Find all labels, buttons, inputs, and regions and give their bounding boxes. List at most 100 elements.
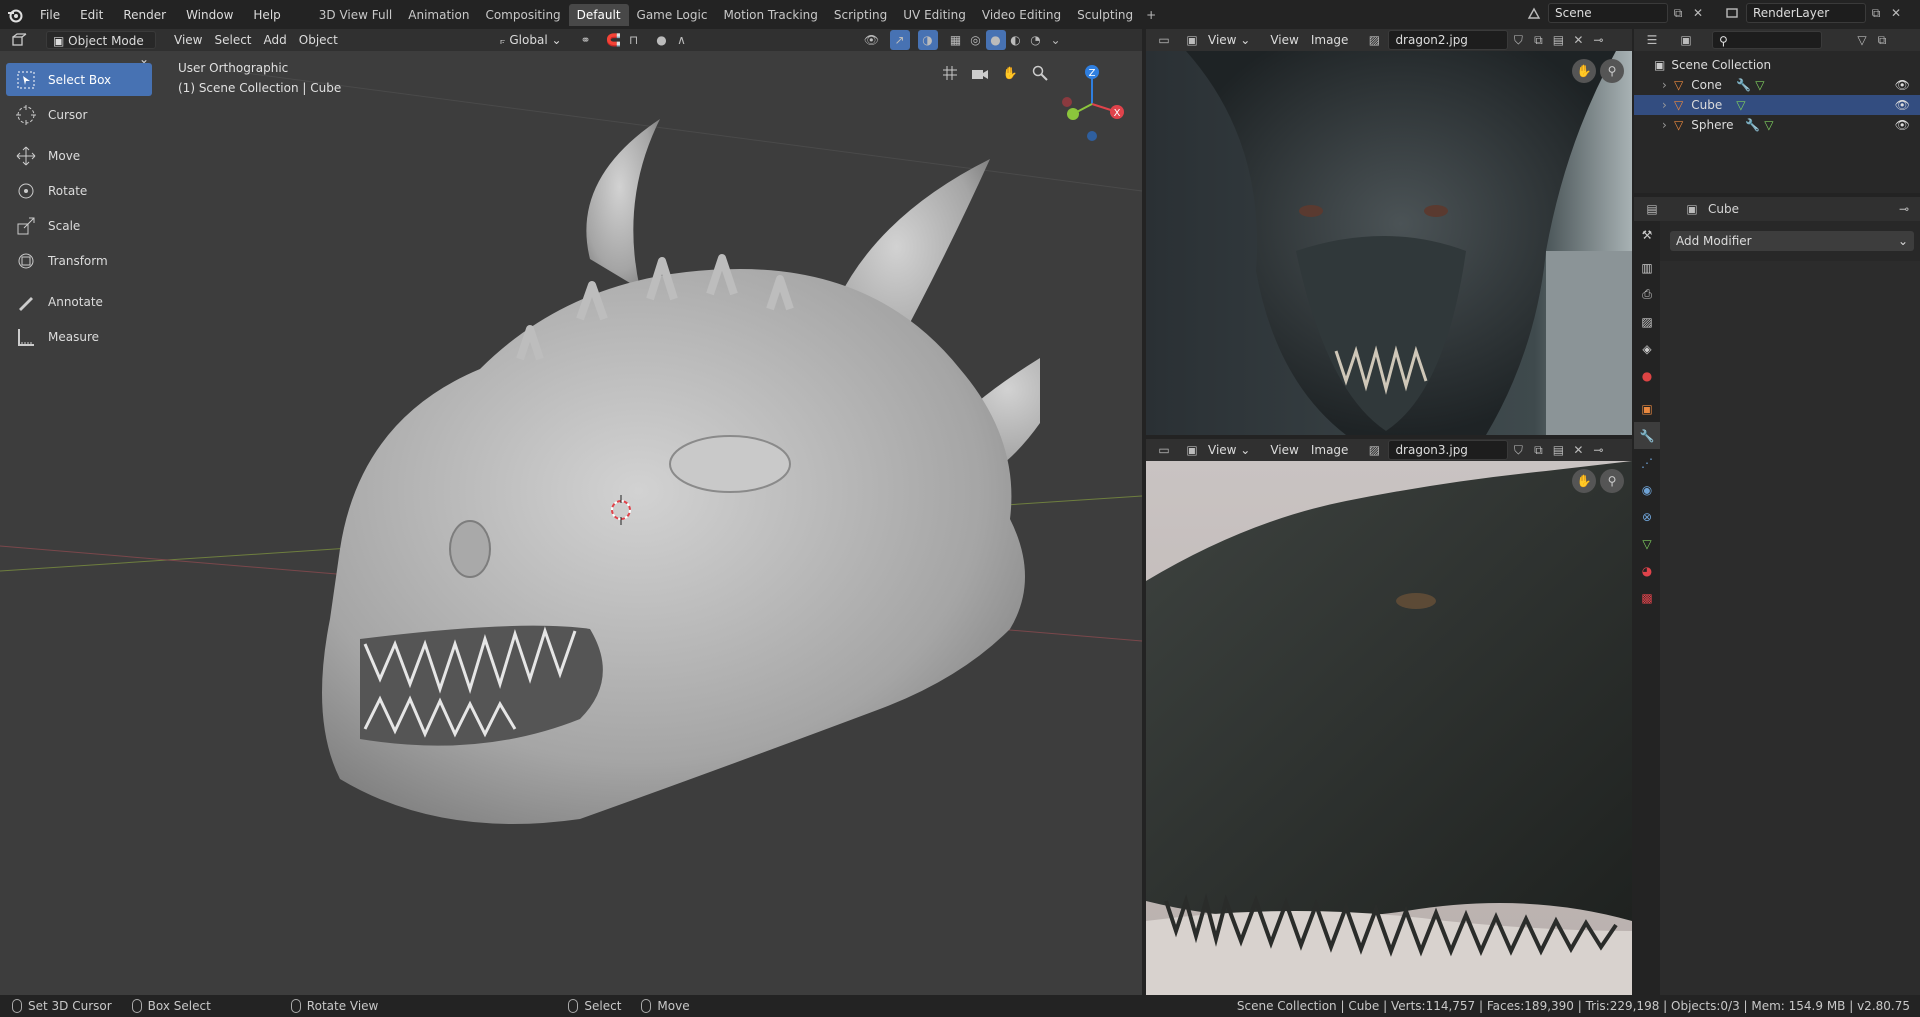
view-mode-icon[interactable]: ▣ [1182,440,1202,460]
eye-icon[interactable]: 👁 [1895,118,1910,132]
view-dropdown[interactable]: View ⌄ [1202,31,1256,49]
open-image-icon[interactable]: ▤ [1548,30,1568,50]
menu-add[interactable]: Add [258,31,293,49]
add-modifier-dropdown[interactable]: Add Modifier ⌄ [1670,231,1914,251]
proportional-icon[interactable]: ● [652,30,672,50]
tab-compositing[interactable]: Compositing [477,4,568,26]
view-dropdown[interactable]: View ⌄ [1202,441,1256,459]
editor-type-icon[interactable]: ▭ [1154,440,1174,460]
dragon-sculpt-model[interactable] [320,119,1040,839]
tab-data[interactable]: ▽ [1634,530,1660,557]
scene-field[interactable]: Scene [1548,3,1668,23]
tab-scene[interactable]: ◈ [1634,335,1660,362]
image-name-field[interactable]: dragon2.jpg [1388,30,1509,50]
menu-image[interactable]: Image [1305,31,1355,49]
tab-3d-view-full[interactable]: 3D View Full [311,4,401,26]
tab-game-logic[interactable]: Game Logic [629,4,716,26]
gizmo-toggle-icon[interactable]: ↗ [889,30,910,50]
tool-transform[interactable]: Transform [6,244,152,277]
menu-image[interactable]: Image [1305,441,1355,459]
shading-options-icon[interactable]: ⌄ [1046,30,1066,50]
menu-view[interactable]: View [1264,441,1304,459]
expand-arrow-icon[interactable]: › [1662,98,1674,112]
menu-render[interactable]: Render [113,4,176,26]
eye-icon[interactable]: 👁 [1895,98,1910,112]
open-image-icon[interactable]: ▤ [1548,440,1568,460]
tab-animation[interactable]: Animation [400,4,477,26]
new-image-icon[interactable]: ⧉ [1528,440,1548,460]
close-scene-icon[interactable]: ✕ [1688,3,1708,23]
menu-view[interactable]: View [168,31,208,49]
new-scene-icon[interactable]: ⧉ [1668,3,1688,23]
shading-wireframe-icon[interactable]: ◎ [966,30,986,50]
menu-help[interactable]: Help [243,4,290,26]
pan-hand-icon[interactable]: ✋ [1572,469,1596,493]
editor-type-icon[interactable]: ▭ [1154,30,1174,50]
menu-edit[interactable]: Edit [70,4,113,26]
tab-sculpting[interactable]: Sculpting [1069,4,1141,26]
falloff-icon[interactable]: ∧ [672,30,692,50]
fake-user-icon[interactable]: ⛉ [1508,440,1528,460]
grid-view-icon[interactable] [938,61,962,85]
eye-icon[interactable]: 👁 [1895,78,1910,92]
image-editor-2[interactable]: ▭ ▣ View ⌄ View Image ▨ dragon3.jpg ⛉ ⧉ … [1146,439,1632,995]
shading-solid-icon[interactable]: ● [985,30,1006,50]
render-layer-icon[interactable] [1722,3,1742,23]
tool-select-box[interactable]: Select Box [6,63,152,96]
tab-output[interactable]: ⎙ [1634,281,1660,308]
tool-annotate[interactable]: Annotate [6,285,152,318]
menu-file[interactable]: File [30,4,70,26]
overlay-toggle-icon[interactable]: ◑ [917,30,938,50]
outliner-search-input[interactable]: ⚲ [1712,31,1822,49]
menu-window[interactable]: Window [176,4,243,26]
tool-rotate[interactable]: Rotate [6,174,152,207]
3d-viewport[interactable]: ▣ Object Mode ⌄ View Select Add Object ⟔… [0,29,1142,995]
tab-object[interactable]: ▣ [1634,395,1660,422]
close-icon[interactable]: ✕ [1568,440,1588,460]
new-layer-icon[interactable]: ⧉ [1866,3,1886,23]
close-icon[interactable]: ✕ [1568,30,1588,50]
outliner-scene-collection[interactable]: ▣ Scene Collection [1654,55,1920,75]
camera-view-icon[interactable] [968,61,992,85]
snap-target-icon[interactable]: ⊓ [624,30,644,50]
new-collection-icon[interactable]: ⧉ [1872,30,1892,50]
tab-view-layer[interactable]: ▨ [1634,308,1660,335]
tab-scripting[interactable]: Scripting [826,4,895,26]
zoom-icon[interactable] [1028,61,1052,85]
mode-dropdown[interactable]: ▣ Object Mode ⌄ [46,31,156,66]
zoom-icon[interactable]: ⚲ [1600,59,1624,83]
pin-icon[interactable]: ⊸ [1588,30,1608,50]
shading-material-icon[interactable]: ◐ [1006,30,1026,50]
menu-view[interactable]: View [1264,31,1304,49]
snap-icon[interactable]: 🧲 [604,30,624,50]
editor-type-icon[interactable] [10,30,30,50]
view-mode-icon[interactable]: ▣ [1182,30,1202,50]
tool-scale[interactable]: Scale [6,209,152,242]
scene-icon[interactable] [1524,3,1544,23]
tab-texture[interactable]: ▩ [1634,584,1660,611]
outliner-item-sphere[interactable]: › ▽ Sphere 🔧 ▽ 👁 [1654,115,1920,135]
tab-default[interactable]: Default [568,3,629,26]
new-image-icon[interactable]: ⧉ [1528,30,1548,50]
pivot-icon[interactable]: ⚭ [576,30,596,50]
tab-particles[interactable]: ⋰ [1634,449,1660,476]
close-layer-icon[interactable]: ✕ [1886,3,1906,23]
visibility-icon[interactable]: 👁 [862,30,882,50]
editor-type-icon[interactable]: ☰ [1642,30,1662,50]
pin-icon[interactable]: ⊸ [1588,440,1608,460]
tab-constraints[interactable]: ⊗ [1634,503,1660,530]
filter-icon[interactable]: ▽ [1852,30,1872,50]
3d-cursor-icon[interactable] [606,495,636,525]
tool-move[interactable]: Move [6,139,152,172]
pan-hand-icon[interactable]: ✋ [1572,59,1596,83]
pan-hand-icon[interactable]: ✋ [998,61,1022,85]
fake-user-icon[interactable]: ⛉ [1508,30,1528,50]
expand-arrow-icon[interactable]: › [1662,78,1674,92]
xray-icon[interactable]: ▦ [946,30,966,50]
render-layer-field[interactable]: RenderLayer [1746,3,1866,23]
menu-select[interactable]: Select [208,31,257,49]
image-browse-icon[interactable]: ▨ [1364,30,1384,50]
orientation-dropdown[interactable]: ⟔ Global ⌄ [494,31,568,49]
tab-uv-editing[interactable]: UV Editing [895,4,974,26]
editor-type-icon[interactable]: ▤ [1642,199,1662,219]
